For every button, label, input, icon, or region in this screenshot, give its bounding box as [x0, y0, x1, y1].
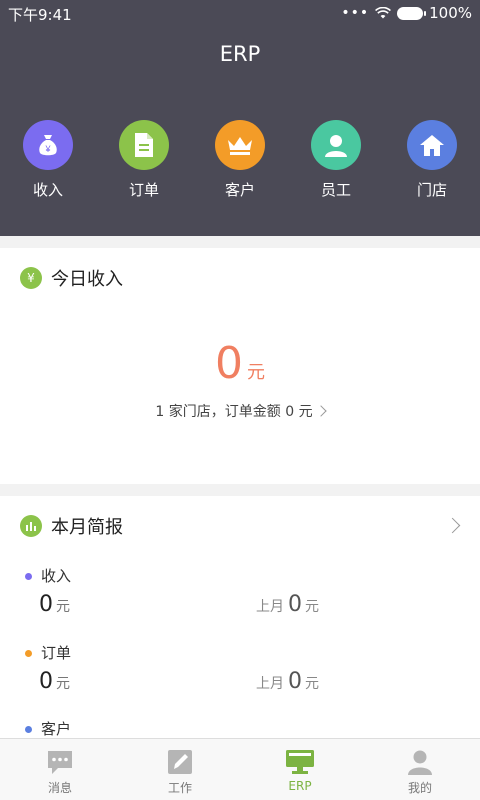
app-header: 下午9:41 ••• 100% ERP ¥ 收入 订单 客户 员工 门店 — [0, 0, 480, 236]
status-time: 下午9:41 — [8, 6, 72, 24]
crown-icon — [215, 120, 265, 170]
tab-messages[interactable]: 消息 — [0, 739, 120, 800]
income-amount: 0元 — [0, 338, 480, 389]
monitor-icon — [285, 747, 315, 777]
shortcut-staff[interactable]: 员工 — [296, 120, 376, 200]
battery-percent: 100% — [429, 4, 472, 22]
home-icon — [407, 120, 457, 170]
prev-label: 上月 — [256, 599, 284, 615]
today-income-card[interactable]: ¥ 今日收入 0元 1 家门店，订单金额 0 元 — [0, 248, 480, 484]
money-bag-icon: ¥ — [23, 120, 73, 170]
card-title: 本月简报 — [51, 517, 123, 538]
metric-label: 收入 — [41, 567, 72, 585]
income-summary-link[interactable]: 1 家门店，订单金额 0 元 — [0, 401, 480, 421]
metric-dot — [25, 726, 32, 733]
page-title: ERP — [219, 42, 261, 66]
chevron-right-icon[interactable] — [444, 517, 461, 534]
metric-previous: 上月 0 元 — [256, 592, 319, 617]
battery-icon — [397, 6, 427, 20]
metric-label: 客户 — [41, 720, 72, 738]
edit-icon — [165, 747, 195, 777]
chevron-right-icon — [314, 405, 327, 417]
prev-value: 0 — [288, 592, 302, 617]
shortcut-income[interactable]: ¥ 收入 — [8, 120, 88, 200]
tab-work[interactable]: 工作 — [120, 739, 240, 800]
svg-text:¥: ¥ — [44, 144, 51, 154]
chat-icon — [45, 747, 75, 777]
tab-label: 我的 — [407, 781, 432, 795]
shortcut-label: 员工 — [320, 181, 351, 199]
shortcut-grid: ¥ 收入 订单 客户 员工 门店 — [0, 120, 480, 200]
prev-value: 0 — [288, 669, 302, 694]
metric-orders: 订单 0元 上月 0 元 — [0, 639, 480, 719]
income-unit: 元 — [247, 362, 265, 383]
card-header: 本月简报 — [20, 513, 123, 539]
monthly-report-card[interactable]: 本月简报 收入 0元 上月 0 元 订单 0元 上月 0 元 客户 — [0, 496, 480, 738]
metric-unit: 元 — [56, 676, 70, 692]
shortcut-stores[interactable]: 门店 — [392, 120, 472, 200]
income-value: 0 — [215, 338, 243, 389]
status-bar: 下午9:41 ••• 100% — [0, 0, 480, 26]
person-icon — [405, 747, 435, 777]
prev-label: 上月 — [256, 676, 284, 692]
metric-value: 0 — [39, 592, 53, 617]
metric-customers: 客户 — [0, 715, 480, 738]
prev-unit: 元 — [305, 599, 319, 615]
tab-erp[interactable]: ERP — [240, 739, 360, 800]
metric-value: 0 — [39, 669, 53, 694]
status-indicators: ••• 100% — [341, 4, 472, 22]
bottom-tab-bar: 消息 工作 ERP 我的 — [0, 738, 480, 800]
tab-label: 工作 — [167, 781, 192, 795]
shortcut-label: 收入 — [32, 181, 63, 199]
user-icon — [311, 120, 361, 170]
metric-unit: 元 — [56, 599, 70, 615]
yen-icon: ¥ — [20, 267, 42, 289]
metric-current: 0元 — [39, 669, 70, 694]
prev-unit: 元 — [305, 676, 319, 692]
card-header: ¥ 今日收入 — [20, 265, 123, 291]
signal-dots-icon: ••• — [341, 5, 370, 21]
shortcut-customers[interactable]: 客户 — [200, 120, 280, 200]
metric-previous: 上月 0 元 — [256, 669, 319, 694]
wifi-icon — [375, 7, 392, 19]
card-title: 今日收入 — [51, 269, 123, 290]
document-icon — [119, 120, 169, 170]
income-summary-text: 1 家门店，订单金额 0 元 — [155, 404, 313, 420]
shortcut-label: 客户 — [224, 181, 255, 199]
bar-chart-icon — [20, 515, 42, 537]
shortcut-label: 订单 — [128, 181, 159, 199]
tab-label: ERP — [288, 779, 312, 793]
metric-dot — [25, 650, 32, 657]
shortcut-label: 门店 — [416, 181, 447, 199]
metric-label: 订单 — [41, 644, 72, 662]
shortcut-orders[interactable]: 订单 — [104, 120, 184, 200]
tab-label: 消息 — [47, 781, 72, 795]
tab-profile[interactable]: 我的 — [360, 739, 480, 800]
metric-income: 收入 0元 上月 0 元 — [0, 562, 480, 642]
metric-dot — [25, 573, 32, 580]
metric-current: 0元 — [39, 592, 70, 617]
